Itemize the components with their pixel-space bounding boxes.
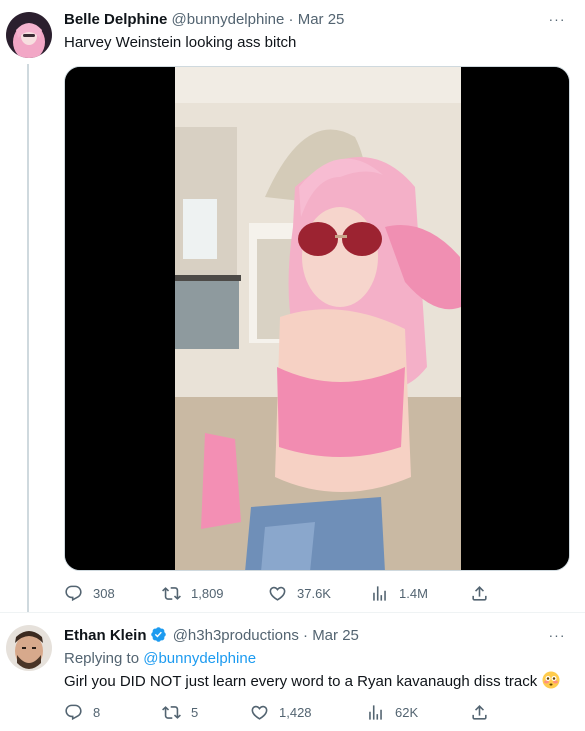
retweet-button[interactable]: 5 [162, 701, 198, 723]
tweet-media-photo[interactable] [64, 66, 570, 571]
reply-count: 8 [93, 704, 101, 720]
tweet-header: Ethan Klein @h3h3productions · Mar 25 [64, 626, 545, 646]
tweet-ethan-klein[interactable]: Ethan Klein @h3h3productions · Mar 25 ··… [0, 612, 585, 731]
like-count: 37.6K [297, 585, 331, 601]
author-name[interactable]: Ethan Klein [64, 627, 147, 644]
separator: · [288, 11, 294, 28]
replying-to-prefix: Replying to [64, 650, 140, 667]
retweet-count: 5 [191, 704, 199, 720]
tweet-text-line: Girl you DID NOT just learn every word t… [64, 671, 571, 692]
share-button[interactable] [470, 701, 489, 723]
share-icon [472, 585, 487, 601]
retweet-count: 1,809 [191, 585, 224, 601]
author-name[interactable]: Belle Delphine [64, 11, 167, 28]
verified-badge-icon [150, 627, 166, 642]
tweet-date[interactable]: Mar 25 [312, 627, 359, 644]
views-button[interactable]: 62K [366, 701, 418, 723]
tweet-text: Harvey Weinstein looking ass bitch [64, 34, 297, 51]
tweet-date[interactable]: Mar 25 [298, 11, 345, 28]
thread-line [27, 64, 29, 612]
separator: · [303, 627, 309, 644]
tweet-text: Girl you DID NOT just learn every word t… [64, 673, 538, 690]
retweet-icon [162, 705, 181, 719]
avatar[interactable] [6, 625, 52, 671]
reply-icon [65, 585, 82, 601]
photo-image [65, 67, 569, 570]
like-button[interactable]: 37.6K [268, 582, 331, 604]
tweet-belle-delphine[interactable]: Belle Delphine @bunnydelphine · Mar 25 ·… [0, 0, 585, 612]
avatar[interactable] [6, 12, 52, 58]
flushed-emoji-icon [542, 671, 560, 689]
more-icon[interactable]: ··· [547, 12, 567, 32]
more-icon[interactable]: ··· [547, 628, 567, 648]
author-handle[interactable]: @h3h3productions [173, 627, 299, 644]
like-count: 1,428 [279, 704, 312, 720]
author-handle[interactable]: @bunnydelphine [172, 11, 285, 28]
reply-icon [65, 704, 82, 720]
retweet-icon [162, 586, 181, 600]
reply-count: 308 [93, 585, 115, 601]
tweet-header: Belle Delphine @bunnydelphine · Mar 25 [64, 10, 545, 30]
share-icon [472, 704, 487, 720]
views-count: 1.4M [399, 585, 428, 601]
share-button[interactable] [470, 582, 489, 604]
replying-to-handle-link[interactable]: @bunnydelphine [143, 650, 256, 667]
views-icon [369, 704, 382, 720]
like-button[interactable]: 1,428 [250, 701, 312, 723]
retweet-button[interactable]: 1,809 [162, 582, 224, 604]
views-icon [373, 585, 386, 601]
views-count: 62K [395, 704, 419, 720]
reply-button[interactable]: 8 [64, 701, 100, 723]
like-icon [269, 586, 286, 601]
tweet-actions: 308 1,809 37.6K 1.4M [64, 582, 504, 604]
replying-to-line: Replying to @bunnydelphine [64, 649, 571, 669]
tweet-actions: 8 5 1,428 62K [64, 701, 504, 723]
reply-button[interactable]: 308 [64, 582, 115, 604]
views-button[interactable]: 1.4M [370, 582, 428, 604]
like-icon [251, 705, 268, 720]
